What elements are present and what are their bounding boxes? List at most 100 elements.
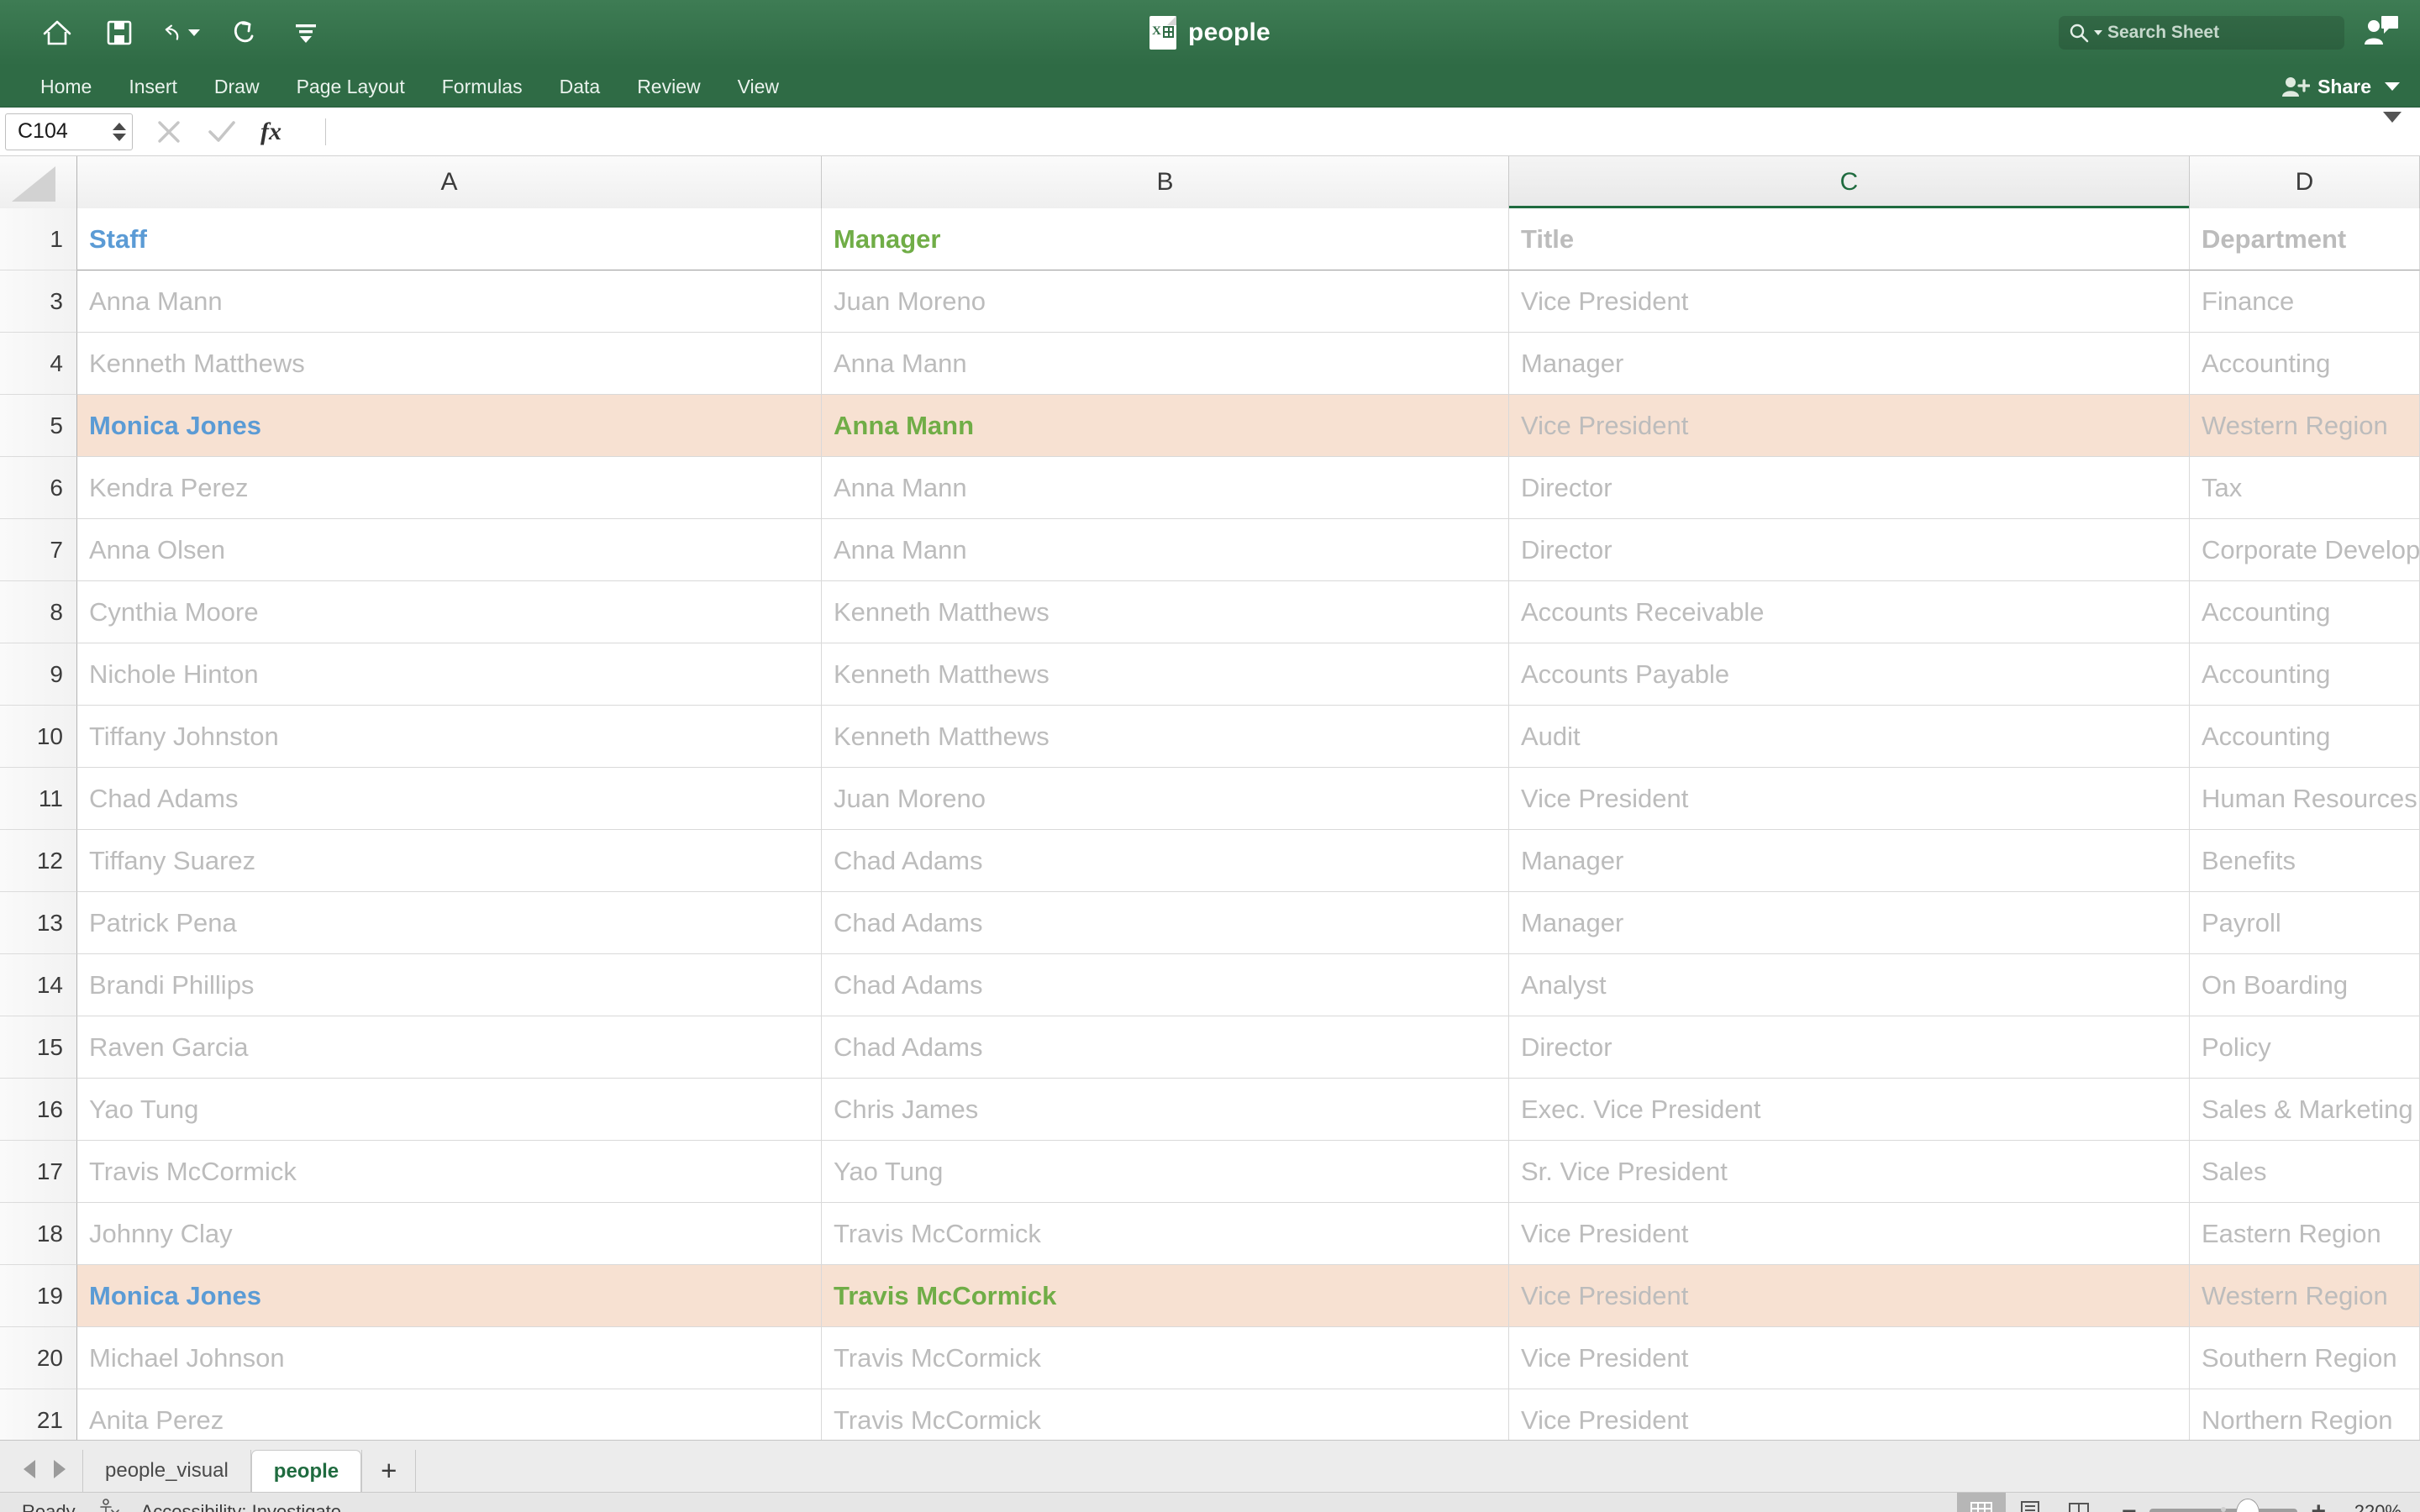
row-header-3[interactable]: 3 (0, 270, 77, 333)
row-header-17[interactable]: 17 (0, 1141, 77, 1203)
normal-view-icon[interactable] (1956, 1493, 2006, 1512)
ribbon-collapse-chevron-icon[interactable] (2385, 82, 2400, 91)
row-header-19[interactable]: 19 (0, 1265, 77, 1327)
cell-A4[interactable]: Kenneth Matthews (77, 333, 822, 395)
redo-icon[interactable] (225, 14, 262, 51)
sheet-tab-people[interactable]: people (250, 1450, 362, 1492)
customize-toolbar-icon[interactable] (287, 14, 324, 51)
cell-A10[interactable]: Tiffany Johnston (77, 706, 822, 768)
spinner-up-icon[interactable] (113, 122, 126, 130)
table-row[interactable]: 20 Michael Johnson Travis McCormick Vice Pr… (0, 1327, 2420, 1389)
column-header-b[interactable]: B (822, 156, 1509, 208)
row-header-7[interactable]: 7 (0, 519, 77, 581)
formula-bar-expand-button[interactable] (2383, 112, 2402, 138)
cell-C16[interactable]: Exec. Vice President (1509, 1079, 2190, 1141)
cell-C19[interactable]: Vice President (1509, 1265, 2190, 1327)
cell-B7[interactable]: Anna Mann (822, 519, 1509, 581)
table-row[interactable]: 10 Tiffany Johnston Kenneth Matthews Audit A… (0, 706, 2420, 768)
cell-D11[interactable]: Human Resources (2190, 768, 2420, 830)
cell-C13[interactable]: Manager (1509, 892, 2190, 954)
cell-A5[interactable]: Monica Jones (77, 395, 822, 457)
table-row[interactable]: 17 Travis McCormick Yao Tung Sr. Vice Presi… (0, 1141, 2420, 1203)
tab-view[interactable]: View (719, 66, 797, 108)
cell-C11[interactable]: Vice President (1509, 768, 2190, 830)
cell-B18[interactable]: Travis McCormick (822, 1203, 1509, 1265)
name-box-spinner[interactable] (113, 122, 126, 141)
table-row[interactable]: 3 Anna Mann Juan Moreno Vice President Finan… (0, 270, 2420, 333)
cell-D4[interactable]: Accounting (2190, 333, 2420, 395)
undo-dropdown-caret-icon[interactable] (188, 29, 200, 36)
row-header-16[interactable]: 16 (0, 1079, 77, 1141)
tab-data[interactable]: Data (541, 66, 619, 108)
cell-D6[interactable]: Tax (2190, 457, 2420, 519)
zoom-slider-thumb[interactable] (2236, 1499, 2260, 1512)
header-row[interactable]: 1 Staff Manager Title Department (0, 208, 2420, 270)
sheet-nav-arrows[interactable] (13, 1460, 82, 1492)
row-header-18[interactable]: 18 (0, 1203, 77, 1265)
table-row[interactable]: 8 Cynthia Moore Kenneth Matthews Accounts R… (0, 581, 2420, 643)
insert-function-icon[interactable]: fx (260, 118, 281, 146)
cell-B17[interactable]: Yao Tung (822, 1141, 1509, 1203)
cell-D14[interactable]: On Boarding (2190, 954, 2420, 1016)
zoom-control[interactable]: − + 220% (2103, 1499, 2402, 1512)
row-header-1[interactable]: 1 (0, 208, 77, 270)
cell-B4[interactable]: Anna Mann (822, 333, 1509, 395)
formula-input[interactable] (326, 113, 2420, 150)
table-row[interactable]: 7 Anna Olsen Anna Mann Director Corporate De… (0, 519, 2420, 581)
row-header-5[interactable]: 5 (0, 395, 77, 457)
row-header-9[interactable]: 9 (0, 643, 77, 706)
cell-A12[interactable]: Tiffany Suarez (77, 830, 822, 892)
cell-B16[interactable]: Chris James (822, 1079, 1509, 1141)
cell-A21[interactable]: Anita Perez (77, 1389, 822, 1440)
table-row[interactable]: 14 Brandi Phillips Chad Adams Analyst On Boa… (0, 954, 2420, 1016)
row-header-6[interactable]: 6 (0, 457, 77, 519)
cell-D3[interactable]: Finance (2190, 270, 2420, 333)
cell-D1[interactable]: Department (2190, 208, 2420, 270)
spinner-down-icon[interactable] (113, 133, 126, 141)
cell-B15[interactable]: Chad Adams (822, 1016, 1509, 1079)
row-header-8[interactable]: 8 (0, 581, 77, 643)
cell-D21[interactable]: Northern Region (2190, 1389, 2420, 1440)
cell-B3[interactable]: Juan Moreno (822, 270, 1509, 333)
save-icon[interactable] (101, 14, 138, 51)
cell-C5[interactable]: Vice President (1509, 395, 2190, 457)
cell-B12[interactable]: Chad Adams (822, 830, 1509, 892)
column-header-a[interactable]: A (77, 156, 822, 208)
cell-C12[interactable]: Manager (1509, 830, 2190, 892)
cell-D8[interactable]: Accounting (2190, 581, 2420, 643)
cell-A11[interactable]: Chad Adams (77, 768, 822, 830)
cell-D18[interactable]: Eastern Region (2190, 1203, 2420, 1265)
column-header-c[interactable]: C (1509, 156, 2190, 209)
cell-D16[interactable]: Sales & Marketing (2190, 1079, 2420, 1141)
page-layout-view-icon[interactable] (2006, 1493, 2054, 1512)
table-row[interactable]: 15 Raven Garcia Chad Adams Director Policy (0, 1016, 2420, 1079)
cell-D17[interactable]: Sales (2190, 1141, 2420, 1203)
cell-C10[interactable]: Audit (1509, 706, 2190, 768)
tab-home[interactable]: Home (22, 66, 110, 108)
cell-D20[interactable]: Southern Region (2190, 1327, 2420, 1389)
cell-C20[interactable]: Vice President (1509, 1327, 2190, 1389)
row-header-21[interactable]: 21 (0, 1389, 77, 1440)
cell-C4[interactable]: Manager (1509, 333, 2190, 395)
tab-review[interactable]: Review (618, 66, 718, 108)
zoom-in-button[interactable]: + (2311, 1499, 2326, 1512)
cell-C17[interactable]: Sr. Vice President (1509, 1141, 2190, 1203)
table-row[interactable]: 9 Nichole Hinton Kenneth Matthews Accounts … (0, 643, 2420, 706)
tab-insert[interactable]: Insert (110, 66, 196, 108)
cell-A8[interactable]: Cynthia Moore (77, 581, 822, 643)
share-button[interactable]: Share (2281, 75, 2371, 98)
cell-B19[interactable]: Travis McCormick (822, 1265, 1509, 1327)
cell-C14[interactable]: Analyst (1509, 954, 2190, 1016)
table-row[interactable]: 12 Tiffany Suarez Chad Adams Manager Benefit… (0, 830, 2420, 892)
cell-A13[interactable]: Patrick Pena (77, 892, 822, 954)
cell-A6[interactable]: Kendra Perez (77, 457, 822, 519)
cell-C9[interactable]: Accounts Payable (1509, 643, 2190, 706)
tab-draw[interactable]: Draw (196, 66, 278, 108)
cell-C1[interactable]: Title (1509, 208, 2190, 270)
row-header-13[interactable]: 13 (0, 892, 77, 954)
select-all-corner[interactable] (0, 156, 77, 208)
cell-A20[interactable]: Michael Johnson (77, 1327, 822, 1389)
cell-A17[interactable]: Travis McCormick (77, 1141, 822, 1203)
search-input[interactable]: Search Sheet (2059, 16, 2344, 50)
cell-D13[interactable]: Payroll (2190, 892, 2420, 954)
